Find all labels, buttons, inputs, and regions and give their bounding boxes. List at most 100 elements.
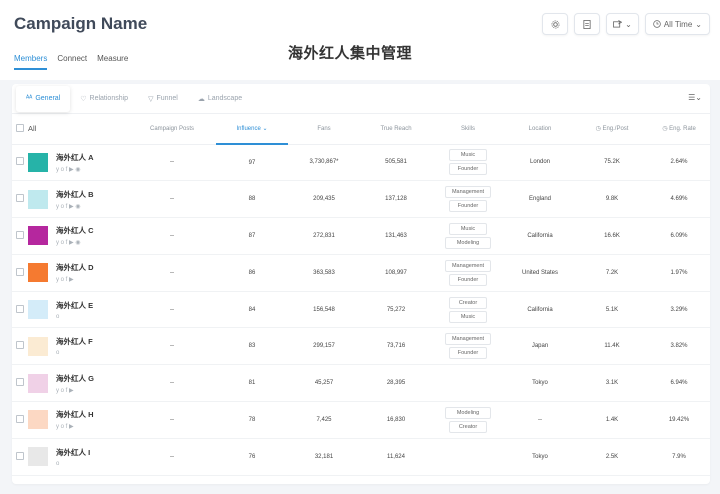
member-cell[interactable]: 海外红人 A y o f ▶ ◉ xyxy=(28,144,128,182)
column-location[interactable]: Location xyxy=(504,114,576,145)
member-cell[interactable]: 海外红人 B y o f ▶ ◉ xyxy=(28,180,128,219)
member-name[interactable]: 海外红人 D xyxy=(56,262,94,273)
column-eng-rate[interactable]: ◷ Eng. Rate xyxy=(648,114,710,145)
row-checkbox-cell[interactable] xyxy=(12,144,28,182)
member-info: 海外红人 G y o f ▶ xyxy=(28,373,128,394)
settings-button[interactable] xyxy=(542,13,569,35)
skill-tag: Management xyxy=(445,186,491,199)
column-true-reach[interactable]: True Reach xyxy=(360,114,432,145)
report-button[interactable] xyxy=(574,13,601,35)
select-all-checkbox-cell[interactable] xyxy=(12,114,28,145)
skills-cell: Music Founder xyxy=(432,144,504,182)
tab-relationship[interactable]: ♡ Relationship xyxy=(70,84,138,114)
member-name[interactable]: 海外红人 G xyxy=(56,373,94,384)
table-row[interactable]: 海外红人 By o f ▶ ◉ -- 88 209,435 137,128 Managem… xyxy=(12,180,710,219)
tab-members[interactable]: Members xyxy=(14,54,48,70)
member-cell[interactable]: 海外红人 C y o f ▶ ◉ xyxy=(28,217,128,255)
social-icons: o xyxy=(56,350,60,357)
table-row[interactable]: 海外红人 Cy o f ▶ ◉ -- 87 272,831 131,463 Music Mo… xyxy=(12,217,710,255)
row-checkbox[interactable] xyxy=(16,414,24,423)
member-cell[interactable]: 海外红人 F o xyxy=(28,327,128,366)
member-name[interactable]: 海外红人 F xyxy=(56,336,93,347)
row-checkbox-cell[interactable] xyxy=(12,364,28,403)
member-text: 海外红人 C y o f ▶ ◉ xyxy=(56,225,94,246)
true-reach-value: 131,463 xyxy=(360,217,432,255)
chevron-down-icon: ⌄ xyxy=(695,93,702,102)
avatar xyxy=(28,189,48,209)
row-checkbox-cell[interactable] xyxy=(12,401,28,439)
table-row[interactable]: 海外红人 I o -- 76 32,181 11,624 Tokyo 2.5K 7.9% xyxy=(12,438,710,476)
member-info: 海外红人 H y o f ▶ xyxy=(28,409,128,430)
row-checkbox[interactable] xyxy=(16,451,24,460)
member-name[interactable]: 海外红人 H xyxy=(56,409,94,420)
member-cell[interactable]: 海外红人 I o xyxy=(28,438,128,476)
clock-icon xyxy=(653,20,661,28)
avatar xyxy=(28,263,48,283)
location-value: England xyxy=(504,180,576,219)
table-row[interactable]: 海外红人 Eo -- 84 156,548 75,272 Creator Music Cali… xyxy=(12,291,710,329)
member-cell[interactable]: 海外红人 D y o f ▶ xyxy=(28,254,128,292)
row-checkbox-cell[interactable] xyxy=(12,180,28,219)
member-name[interactable]: 海外红人 I xyxy=(56,447,90,458)
column-influence-label: Influence xyxy=(236,126,261,132)
row-checkbox[interactable] xyxy=(16,304,24,313)
row-checkbox[interactable] xyxy=(16,157,24,166)
table-row[interactable]: 海外红人 Fo -- 83 299,157 73,716 Management Founde… xyxy=(12,327,710,366)
table-row[interactable]: 海外红人 Ay o f ▶ ◉ -- 97 3,730,867* 505,581 Musi… xyxy=(12,144,710,182)
column-eng-post[interactable]: ◷ Eng./Post xyxy=(576,114,648,145)
member-cell[interactable]: 海外红人 E o xyxy=(28,291,128,329)
table-row[interactable]: 海外红人 G y o f ▶ -- 81 45,257 28,395 Tokyo 3.1K 6.… xyxy=(12,364,710,403)
member-info: 海外红人 B y o f ▶ ◉ xyxy=(28,189,128,210)
row-checkbox[interactable] xyxy=(16,194,24,203)
member-name[interactable]: 海外红人 E xyxy=(56,300,93,311)
member-cell[interactable]: 海外红人 H y o f ▶ xyxy=(28,401,128,439)
influence-value: 97 xyxy=(216,144,288,182)
export-icon xyxy=(613,20,623,28)
true-reach-value: 505,581 xyxy=(360,144,432,182)
view-tabs: ᴬᴬ General ♡ Relationship ▽ Funnel ☁ Lan… xyxy=(12,84,710,114)
member-info: 海外红人 F o xyxy=(28,336,128,356)
select-all-checkbox[interactable] xyxy=(16,123,24,132)
row-checkbox-cell[interactable] xyxy=(12,438,28,476)
social-icons: y o f ▶ ◉ xyxy=(56,166,81,173)
column-influence[interactable]: Influence ⌄ xyxy=(216,114,288,145)
column-campaign-posts[interactable]: Campaign Posts xyxy=(128,114,216,145)
tab-landscape[interactable]: ☁ Landscape xyxy=(188,84,252,114)
list-view-toggle[interactable]: ☰⌄ xyxy=(688,93,702,102)
row-checkbox-cell[interactable] xyxy=(12,327,28,366)
chevron-down-icon: ⌄ xyxy=(695,19,702,29)
skill-tag: Management xyxy=(445,259,491,272)
tab-funnel[interactable]: ▽ Funnel xyxy=(138,84,188,114)
column-eng-rate-label: Eng. Rate xyxy=(669,126,696,133)
column-skills[interactable]: Skills xyxy=(432,114,504,145)
member-name[interactable]: 海外红人 C xyxy=(56,225,94,236)
page-title: Campaign Name xyxy=(14,14,148,33)
member-text: 海外红人 G y o f ▶ xyxy=(56,373,94,394)
row-checkbox[interactable] xyxy=(16,267,24,276)
row-checkbox[interactable] xyxy=(16,341,24,350)
tab-connect[interactable]: Connect xyxy=(57,54,87,70)
member-name[interactable]: 海外红人 B xyxy=(56,189,94,200)
skill-tag: Founder xyxy=(449,273,487,286)
eng-post-value: 11.4K xyxy=(576,327,648,366)
column-fans[interactable]: Fans xyxy=(288,114,360,145)
influence-value: 88 xyxy=(216,180,288,219)
tab-measure[interactable]: Measure xyxy=(97,54,128,70)
row-checkbox-cell[interactable] xyxy=(12,217,28,255)
location-value: Tokyo xyxy=(504,438,576,476)
export-button[interactable]: ⌄ xyxy=(606,13,639,35)
tab-general[interactable]: ᴬᴬ General xyxy=(16,85,71,112)
member-cell[interactable]: 海外红人 G y o f ▶ xyxy=(28,364,128,403)
table-row[interactable]: 海外红人 Dy o f ▶ -- 86 363,583 108,997 Managemen… xyxy=(12,254,710,292)
row-checkbox[interactable] xyxy=(16,378,24,387)
row-checkbox[interactable] xyxy=(16,230,24,239)
row-checkbox-cell[interactable] xyxy=(12,254,28,292)
social-icons: o xyxy=(56,460,60,467)
avatar xyxy=(28,447,48,467)
true-reach-value: 108,997 xyxy=(360,254,432,292)
table-row[interactable]: 海外红人 Hy o f ▶ -- 78 7,425 16,830 Modeling Crea… xyxy=(12,401,710,439)
date-filter-button[interactable]: All Time ⌄ xyxy=(644,13,710,35)
tab-relationship-label: Relationship xyxy=(89,95,129,102)
row-checkbox-cell[interactable] xyxy=(12,291,28,329)
member-name[interactable]: 海外红人 A xyxy=(56,152,94,163)
